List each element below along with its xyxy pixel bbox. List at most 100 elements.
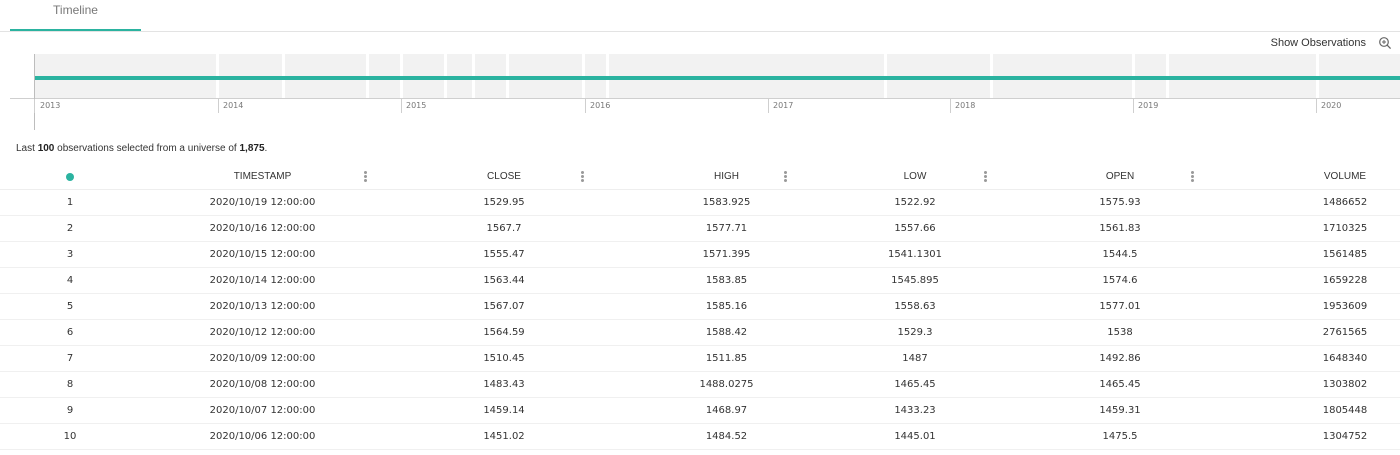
cell-idx: 9: [66, 405, 74, 416]
timeline-year-label: 2014: [223, 101, 244, 110]
cell-high: 1583.925: [702, 197, 751, 208]
low-column-menu-icon[interactable]: [984, 171, 988, 184]
cell-timestamp: 2020/10/09 12:00:00: [209, 353, 316, 364]
timeline-chart[interactable]: 2013 2014 2015 2016 2017 2018 2019 2020: [10, 54, 1400, 130]
table-row[interactable]: 3 2020/10/15 12:00:00 1555.47 1571.395 1541.…: [0, 242, 1400, 268]
observations-table: TIMESTAMP CLOSE HIGH LOW OPEN VOLUME 1 20…: [0, 165, 1400, 450]
column-header-timestamp[interactable]: TIMESTAMP: [160, 165, 365, 189]
table-row[interactable]: 8 2020/10/08 12:00:00 1483.43 1488.0275 1465…: [0, 372, 1400, 398]
cell-high: 1577.71: [705, 223, 748, 234]
cell-low: 1557.66: [894, 223, 936, 234]
timeline-year-label: 2015: [406, 101, 427, 110]
table-row[interactable]: 6 2020/10/12 12:00:00 1564.59 1588.42 1529.3…: [0, 320, 1400, 346]
page: Timeline Show Observations 2013 2014 201…: [0, 0, 1400, 455]
cell-idx: 5: [66, 301, 74, 312]
close-column-menu-icon[interactable]: [581, 171, 585, 184]
cell-high: 1511.85: [705, 353, 748, 364]
cell-volume: 1710325: [1322, 223, 1368, 234]
cell-high: 1571.395: [702, 249, 751, 260]
cell-timestamp: 2020/10/07 12:00:00: [209, 405, 316, 416]
timestamp-column-menu-icon[interactable]: [364, 171, 368, 184]
column-header-high[interactable]: HIGH: [625, 165, 828, 189]
select-all-dot-icon[interactable]: [66, 173, 74, 181]
timeline-year-label: 2018: [955, 101, 976, 110]
timeline-year-label: 2020: [1321, 101, 1342, 110]
cell-close: 1567.7: [486, 223, 522, 234]
cell-timestamp: 2020/10/16 12:00:00: [209, 223, 316, 234]
cell-low: 1465.45: [894, 379, 936, 390]
cell-low: 1433.23: [894, 405, 936, 416]
timeline-year-label: 2019: [1138, 101, 1159, 110]
cell-volume: 1561485: [1322, 249, 1368, 260]
cell-close: 1567.07: [483, 301, 525, 312]
summary-middle: observations selected from a universe of: [57, 143, 237, 154]
timeline-track: [34, 54, 1400, 99]
cell-open: 1475.5: [1102, 431, 1138, 442]
cell-open: 1544.5: [1102, 249, 1138, 260]
table-row[interactable]: 10 2020/10/06 12:00:00 1451.02 1484.52 1445.…: [0, 424, 1400, 450]
cell-timestamp: 2020/10/06 12:00:00: [209, 431, 316, 442]
cell-open: 1492.86: [1099, 353, 1141, 364]
table-row[interactable]: 7 2020/10/09 12:00:00 1510.45 1511.85 1487 14…: [0, 346, 1400, 372]
timeline-year-label: 2017: [773, 101, 794, 110]
cell-close: 1451.02: [483, 431, 525, 442]
column-header-volume[interactable]: VOLUME: [1245, 165, 1400, 189]
cell-idx: 3: [66, 249, 74, 260]
table-row[interactable]: 2 2020/10/16 12:00:00 1567.7 1577.71 1557.66…: [0, 216, 1400, 242]
selection-summary: Last 100 observations selected from a un…: [16, 143, 268, 154]
summary-count: 100: [37, 143, 55, 154]
cell-open: 1561.83: [1099, 223, 1141, 234]
summary-prefix: Last: [16, 143, 35, 154]
cell-idx: 2: [66, 223, 74, 234]
cell-timestamp: 2020/10/13 12:00:00: [209, 301, 316, 312]
table-row[interactable]: 4 2020/10/14 12:00:00 1563.44 1583.85 1545.8…: [0, 268, 1400, 294]
cell-volume: 1659228: [1322, 275, 1368, 286]
cell-low: 1529.3: [897, 327, 933, 338]
cell-low: 1522.92: [894, 197, 936, 208]
cell-high: 1484.52: [705, 431, 748, 442]
cell-low: 1558.63: [894, 301, 936, 312]
cell-high: 1588.42: [705, 327, 748, 338]
tab-timeline[interactable]: Timeline: [10, 0, 141, 31]
high-column-menu-icon[interactable]: [784, 171, 788, 184]
cell-low: 1545.895: [891, 275, 939, 286]
cell-idx: 6: [66, 327, 74, 338]
table-header: TIMESTAMP CLOSE HIGH LOW OPEN VOLUME: [0, 165, 1400, 190]
zoom-in-icon[interactable]: [1378, 36, 1392, 50]
cell-open: 1575.93: [1099, 197, 1141, 208]
cell-close: 1563.44: [483, 275, 525, 286]
cell-idx: 4: [66, 275, 74, 286]
timeline-tick: [585, 99, 586, 113]
cell-high: 1585.16: [705, 301, 748, 312]
cell-close: 1459.14: [483, 405, 525, 416]
timeline-tick: [950, 99, 951, 113]
table-row[interactable]: 9 2020/10/07 12:00:00 1459.14 1468.97 1433.2…: [0, 398, 1400, 424]
open-column-menu-icon[interactable]: [1191, 171, 1195, 184]
summary-universe: 1,875: [239, 143, 265, 154]
cell-timestamp: 2020/10/15 12:00:00: [209, 249, 316, 260]
column-header-low[interactable]: LOW: [820, 165, 1010, 189]
timeline-tick: [34, 99, 35, 113]
timeline-tick: [1133, 99, 1134, 113]
show-observations-button[interactable]: Show Observations: [1271, 37, 1366, 49]
cell-open: 1577.01: [1099, 301, 1141, 312]
column-header-close[interactable]: CLOSE: [420, 165, 588, 189]
table-row[interactable]: 5 2020/10/13 12:00:00 1567.07 1585.16 1558.6…: [0, 294, 1400, 320]
cell-idx: 8: [66, 379, 74, 390]
table-row[interactable]: 1 2020/10/19 12:00:00 1529.95 1583.925 1522.…: [0, 190, 1400, 216]
cell-open: 1538: [1107, 327, 1133, 338]
cell-close: 1555.47: [483, 249, 525, 260]
cell-volume: 1805448: [1322, 405, 1368, 416]
table-body: 1 2020/10/19 12:00:00 1529.95 1583.925 1522.…: [0, 190, 1400, 450]
cell-close: 1564.59: [483, 327, 525, 338]
cell-timestamp: 2020/10/12 12:00:00: [209, 327, 316, 338]
cell-volume: 1303802: [1322, 379, 1368, 390]
cell-open: 1459.31: [1099, 405, 1141, 416]
cell-volume: 2761565: [1322, 327, 1368, 338]
timeline-tick: [768, 99, 769, 113]
column-header-open[interactable]: OPEN: [1025, 165, 1215, 189]
cell-timestamp: 2020/10/19 12:00:00: [209, 197, 316, 208]
cell-low: 1541.1301: [887, 249, 943, 260]
tab-bar: Timeline: [0, 0, 1400, 32]
cell-timestamp: 2020/10/08 12:00:00: [209, 379, 316, 390]
